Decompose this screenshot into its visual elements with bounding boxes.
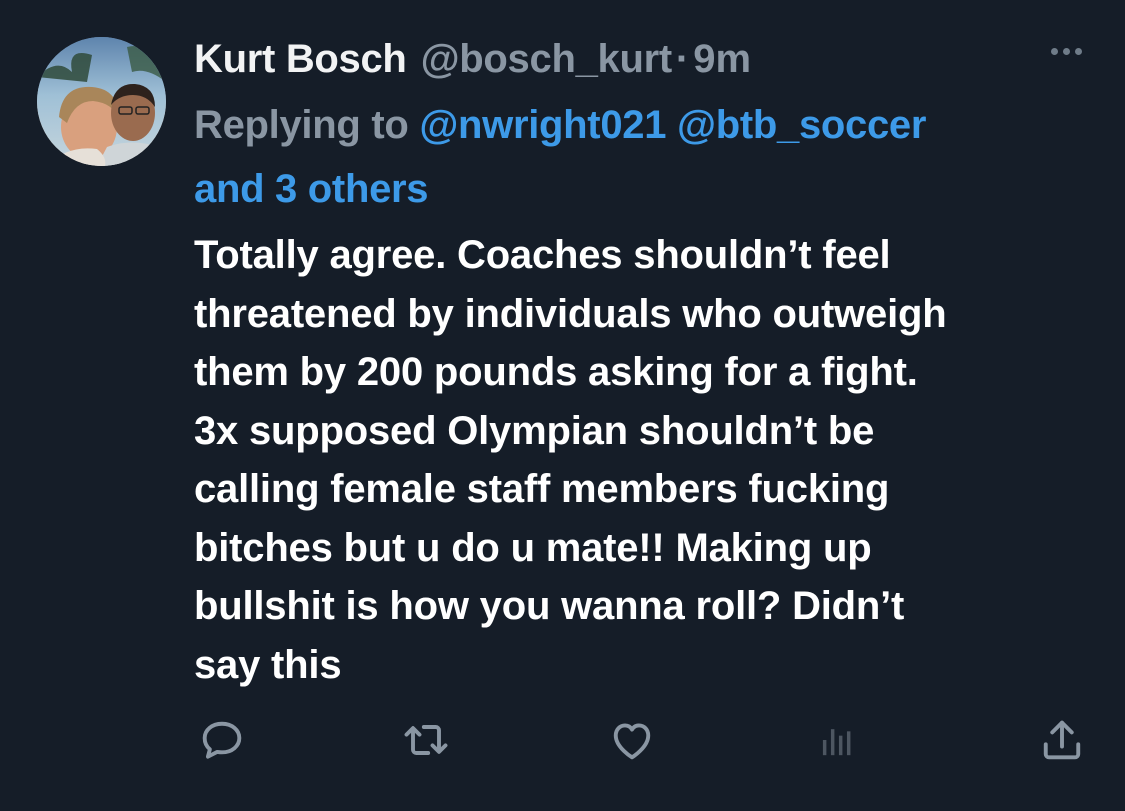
tweet-card[interactable]: Kurt Bosch @bosch_kurt · 9m Replying to … [0, 0, 1125, 811]
retweet-icon [404, 725, 448, 755]
reply-button[interactable] [194, 712, 250, 768]
author-name[interactable]: Kurt Bosch [194, 34, 407, 84]
retweet-button[interactable] [398, 712, 454, 768]
analytics-bars-icon [822, 729, 851, 756]
separator-dot: · [675, 37, 690, 81]
more-horizontal-icon-dot [1063, 48, 1070, 55]
more-horizontal-icon-dot [1075, 48, 1082, 55]
like-button[interactable] [604, 712, 660, 768]
reply-bubble-icon [202, 721, 242, 759]
replying-to: Replying to @nwright021 @btb_soccer and … [194, 93, 1054, 221]
timestamp[interactable]: 9m [693, 34, 751, 84]
reply-others-link[interactable]: and 3 others [194, 167, 429, 211]
avatar-photo [37, 37, 166, 166]
share-upload-icon [1043, 720, 1081, 760]
share-button[interactable] [1034, 712, 1090, 768]
mention-link[interactable]: @nwright021 [419, 103, 666, 147]
replying-to-label: Replying to [194, 103, 409, 147]
views-button[interactable] [809, 712, 865, 768]
avatar[interactable] [37, 37, 166, 166]
more-horizontal-icon [1051, 48, 1058, 55]
tweet-text: Totally agree. Coaches shouldn’t feel th… [194, 233, 947, 687]
heart-icon [613, 723, 651, 760]
mention-link[interactable]: @btb_soccer [677, 103, 926, 147]
tweet-header: Kurt Bosch @bosch_kurt · 9m [194, 34, 751, 84]
action-bar [0, 712, 1125, 768]
author-handle[interactable]: @bosch_kurt [421, 34, 673, 84]
more-options-button[interactable] [1051, 48, 1082, 55]
